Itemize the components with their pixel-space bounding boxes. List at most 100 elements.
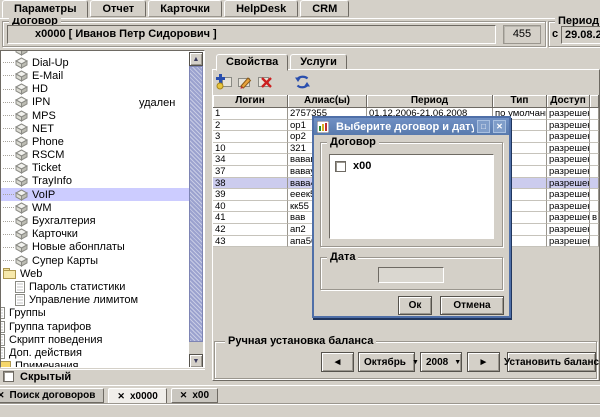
top-tab-bar: ПараметрыОтчетКарточкиHelpDeskCRM (0, 0, 600, 18)
tree-item-NET[interactable]: NET (1, 122, 189, 135)
column-header-extra[interactable] (590, 95, 599, 108)
column-header-Доступ[interactable]: Доступ (547, 95, 590, 108)
cube-icon (15, 162, 28, 174)
dialog-titlebar[interactable]: Выберите договор и дату для п □ ✕ (314, 118, 509, 135)
tree-item-Управление лимитом[interactable]: Управление лимитом (1, 294, 189, 307)
tree-item-Phone[interactable]: Phone (1, 135, 189, 148)
tree-item-Супер Карты[interactable]: Супер Карты (1, 254, 189, 267)
column-header-Период[interactable]: Период (367, 95, 493, 108)
close-tab-icon[interactable]: ✕ (117, 391, 125, 402)
close-tab-icon[interactable]: ✕ (0, 390, 5, 401)
cell-access: разрешен (547, 189, 590, 201)
tree-item-Пароль статистики[interactable]: Пароль статистики (1, 280, 189, 293)
tree-connector (3, 234, 14, 235)
cancel-button[interactable]: Отмена (440, 296, 504, 315)
tree-item-label: Dial-Up (32, 57, 69, 69)
contract-combobox[interactable]: x0000 [ Иванов Петр Сидорович ] (7, 25, 496, 44)
tree-item-E-Mail[interactable]: E-Mail (1, 69, 189, 82)
hidden-checkbox[interactable] (3, 371, 14, 382)
tree-item-Примечания[interactable]: Примечания (0, 360, 189, 369)
cell-login: 39 (213, 189, 288, 201)
maximize-button[interactable]: □ (477, 120, 490, 133)
tree-item-label: TrayInfo (32, 175, 72, 187)
column-header-Алиас(ы)[interactable]: Алиас(ы) (288, 95, 367, 108)
edit-login-button[interactable] (234, 74, 254, 92)
contract-option-label: x00 (353, 160, 371, 172)
hidden-section-toggle[interactable]: Скрытый (0, 369, 205, 383)
tree-item-Новые абонплаты[interactable]: Новые абонплаты (1, 241, 189, 254)
tree-item-WM[interactable]: WM (1, 201, 189, 214)
contract-tab-x00[interactable]: ✕x00 (171, 388, 218, 403)
top-tab-Отчет[interactable]: Отчет (90, 0, 146, 17)
tree-item-Ticket[interactable]: Ticket (1, 162, 189, 175)
tree-item-Dial-Up[interactable]: Dial-Up (1, 56, 189, 69)
page-icon (15, 281, 25, 293)
tree-item-Группа тарифов[interactable]: Группа тарифов (0, 320, 189, 333)
contract-list: x00 (329, 154, 494, 239)
set-balance-button[interactable]: Установить баланс (507, 352, 596, 372)
tree-item-Скрипт поведения[interactable]: Скрипт поведения (0, 333, 189, 346)
cell-access: разрешен (547, 154, 590, 166)
tree-connector (3, 155, 14, 156)
year-select[interactable]: 2008 ▼ (420, 352, 462, 372)
scroll-thumb[interactable] (189, 66, 203, 342)
tree-item-RSCM[interactable]: RSCM (1, 149, 189, 162)
tree-item-HD[interactable]: HD (1, 83, 189, 96)
cell-access: разрешен (547, 143, 590, 155)
date-input[interactable] (378, 267, 444, 283)
contract-checkbox[interactable] (335, 161, 346, 172)
scroll-up-button[interactable]: ▲ (189, 52, 203, 66)
top-tab-HelpDesk[interactable]: HelpDesk (224, 0, 298, 17)
contract-tab-x0000[interactable]: ✕x0000 (108, 388, 166, 404)
cell-login: 42 (213, 224, 288, 236)
top-tab-CRM[interactable]: CRM (300, 0, 349, 17)
main-tab-Услуги[interactable]: Услуги (290, 54, 347, 70)
tree-scrollbar[interactable]: ▲ ▼ (189, 52, 203, 368)
cell-access: разрешен (547, 166, 590, 178)
period-from-field[interactable]: 29.08.2008 (561, 26, 600, 44)
tree-item-label: Карточки (32, 228, 78, 240)
tree-item-TrayInfo[interactable]: TrayInfo (1, 175, 189, 188)
prev-month-button[interactable]: ◄ (321, 352, 354, 372)
tree-item-Бухгалтерия[interactable]: Бухгалтерия (1, 214, 189, 227)
contract-tab-Поиск договоров[interactable]: ✕Поиск договоров (0, 388, 104, 403)
cell-extra (590, 189, 599, 201)
month-select[interactable]: Октябрь ▼ (358, 352, 415, 372)
tree-connector (3, 128, 14, 129)
top-tab-Параметры[interactable]: Параметры (2, 0, 88, 18)
cube-icon (15, 241, 28, 253)
tree-item-label: Бухгалтерия (32, 215, 96, 227)
tree-item-MPS[interactable]: MPS (1, 109, 189, 122)
cube-icon (15, 175, 28, 187)
column-header-Тип[interactable]: Тип (493, 95, 547, 108)
tree-item-Web[interactable]: Web (1, 267, 189, 280)
tree-connector (3, 221, 14, 222)
page-icon (15, 294, 25, 306)
close-tab-icon[interactable]: ✕ (180, 390, 188, 401)
tree-connector (3, 62, 14, 63)
add-login-button[interactable] (214, 74, 234, 92)
column-header-Логин[interactable]: Логин (213, 95, 288, 108)
tree-item-IPN[interactable]: IPNудален (1, 96, 189, 109)
contract-option-row[interactable]: x00 (335, 160, 371, 172)
tree-item-label: Супер Карты (32, 255, 98, 267)
ok-button[interactable]: Ок (398, 296, 432, 315)
year-dropdown-icon: ▼ (454, 359, 461, 366)
tree-item-Доп. действия[interactable]: Доп. действия (0, 346, 189, 359)
delete-login-button[interactable] (254, 74, 274, 92)
scroll-down-button[interactable]: ▼ (189, 354, 203, 368)
balance-group: Ручная установка баланса ◄ Октябрь ▼ 200… (214, 341, 597, 379)
main-tab-Свойства[interactable]: Свойства (216, 54, 288, 71)
next-month-button[interactable]: ► (467, 352, 500, 372)
tree-item-VoIP[interactable]: VoIP (1, 188, 189, 201)
top-tab-Карточки[interactable]: Карточки (148, 0, 222, 17)
dialog-icon (317, 121, 329, 133)
bottom-tabs: ✕Поиск договоров ✕x0000 ✕x00 (0, 388, 218, 404)
tree-item-label: Пароль статистики (29, 281, 125, 293)
refresh-login-button[interactable] (292, 74, 312, 92)
dialog-buttons: Ок Отмена (398, 296, 504, 315)
close-button[interactable]: ✕ (493, 120, 506, 133)
tree-item-Карточки[interactable]: Карточки (1, 228, 189, 241)
refresh-icon (294, 74, 311, 93)
tree-item-Группы[interactable]: Группы (0, 307, 189, 320)
